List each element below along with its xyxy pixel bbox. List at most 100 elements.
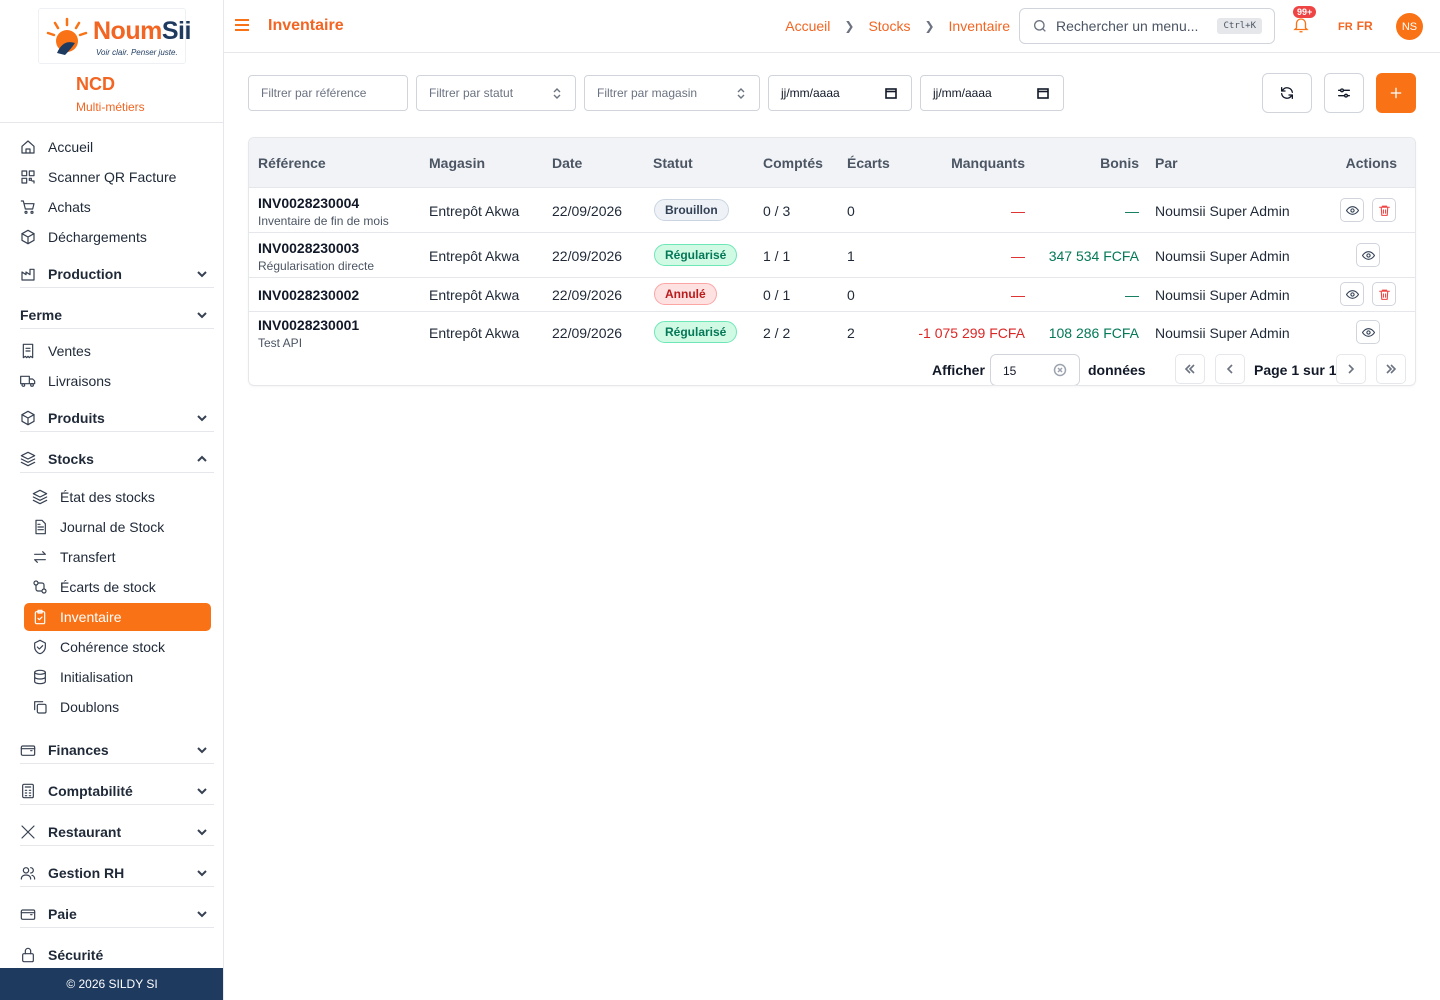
sidebar-item-dechargements[interactable]: Déchargements [20,224,214,250]
column-header-store[interactable]: Magasin [429,155,485,171]
sidebar-item-ventes[interactable]: Ventes [20,338,214,364]
row-gaps: 0 [847,203,855,219]
prev-page-button[interactable] [1215,354,1245,384]
chevron-down-icon [196,825,208,837]
logo-wordmark: NoumSii [93,17,191,45]
row-user: Noumsii Super Admin [1155,248,1290,264]
row-bonus: — [1125,287,1139,303]
sidebar-group-securite[interactable]: Sécurité [20,941,214,969]
store-filter-select[interactable]: Filtrer par magasin [584,75,760,111]
sidebar-group-produits[interactable]: Produits [20,404,214,432]
view-button[interactable] [1340,282,1364,306]
sidebar-item-label: Doublons [60,699,120,715]
sidebar-item-ecarts-stock[interactable]: Écarts de stock [32,574,211,600]
sidebar-item-initialisation[interactable]: Initialisation [32,664,211,690]
column-header-bonus[interactable]: Bonis [1100,155,1139,171]
sidebar-item-scanner-qr[interactable]: Scanner QR Facture [20,164,214,190]
status-badge: Régularisé [654,244,738,266]
sidebar-item-inventaire[interactable]: Inventaire [24,603,211,631]
language-code: FR [1356,19,1373,33]
calendar-icon[interactable] [1037,87,1049,99]
sidebar-item-journal-stock[interactable]: Journal de Stock [32,514,211,540]
chevron-down-icon [196,907,208,919]
sidebar-group-ferme[interactable]: Ferme [20,301,214,329]
refresh-button[interactable] [1262,73,1312,113]
delete-button[interactable] [1372,198,1396,222]
chevron-right-icon: ❯ [924,19,935,33]
sidebar-item-accueil[interactable]: Accueil [20,134,214,160]
column-header-missing[interactable]: Manquants [951,155,1025,171]
sidebar-group-paie[interactable]: Paie [20,900,214,928]
last-page-button[interactable] [1376,354,1406,384]
breadcrumb-item-current: Inventaire [948,18,1010,34]
chevron-down-icon [196,411,208,423]
sidebar-group-label: Comptabilité [48,782,133,799]
sidebar-item-etat-stocks[interactable]: État des stocks [32,484,211,510]
user-avatar[interactable]: NS [1396,13,1423,40]
view-button[interactable] [1340,198,1364,222]
view-button[interactable] [1356,320,1380,344]
table-row[interactable]: INV0028230002 Entrepôt Akwa 22/09/2026 A… [249,278,1415,312]
database-icon [32,669,48,685]
sidebar-item-livraisons[interactable]: Livraisons [20,368,214,394]
date-to-value: jj/mm/aaaa [933,86,992,100]
sidebar-group-gestion-rh[interactable]: Gestion RH [20,859,214,887]
table-row[interactable]: INV0028230004 Inventaire de fin de mois … [249,188,1415,233]
first-page-button[interactable] [1175,354,1205,384]
settings-button[interactable] [1324,73,1364,113]
notifications-bell-icon[interactable] [1292,16,1310,34]
sidebar-group-comptabilite[interactable]: Comptabilité [20,777,214,805]
column-header-counted[interactable]: Comptés [763,155,823,171]
clear-icon[interactable] [1053,363,1067,377]
calendar-icon[interactable] [885,87,897,99]
column-header-date[interactable]: Date [552,155,582,171]
row-reference: INV0028230003 [258,240,360,256]
sidebar-item-achats[interactable]: Achats [20,194,214,220]
column-header-actions: Actions [1345,155,1397,171]
cart-icon [20,199,36,215]
menu-toggle-icon[interactable] [234,18,250,32]
sidebar-group-restaurant[interactable]: Restaurant [20,818,214,846]
row-reference: INV0028230002 [258,287,360,303]
date-from-input[interactable]: jj/mm/aaaa [768,75,912,111]
page-title: Inventaire [268,17,344,34]
breadcrumb-item[interactable]: Stocks [868,18,910,34]
next-page-button[interactable] [1336,354,1366,384]
page-size-input[interactable]: 15 [990,354,1080,385]
status-filter-select[interactable]: Filtrer par statut [416,75,576,111]
row-bonus: 347 534 FCFA [1048,248,1139,264]
date-to-input[interactable]: jj/mm/aaaa [920,75,1064,111]
page-size-label: Afficher [932,362,985,378]
column-header-by[interactable]: Par [1155,155,1178,171]
sidebar-group-production[interactable]: Production [20,260,214,288]
column-header-status[interactable]: Statut [653,155,693,171]
sidebar-group-label: Restaurant [48,823,122,840]
sidebar-item-coherence-stock[interactable]: Cohérence stock [32,634,211,660]
breadcrumb-item[interactable]: Accueil [785,18,830,34]
sidebar-item-label: Transfert [60,549,116,565]
shortcut-hint: Ctrl+K [1217,18,1262,34]
sidebar-group-finances[interactable]: Finances [20,736,214,764]
add-inventory-button[interactable] [1376,73,1416,113]
refresh-icon [1281,87,1293,99]
sidebar-group-stocks[interactable]: Stocks [20,445,214,473]
table-row[interactable]: INV0028230001 Test API Entrepôt Akwa 22/… [249,312,1415,350]
column-header-reference[interactable]: Référence [258,155,326,171]
flag-icon: FR [1338,21,1353,33]
menu-search-input[interactable]: Rechercher un menu... Ctrl+K [1019,8,1275,44]
table-row[interactable]: INV0028230003 Régularisation directe Ent… [249,233,1415,278]
status-badge: Régularisé [654,321,738,343]
reference-filter-input[interactable]: Filtrer par référence [248,75,408,111]
view-button[interactable] [1356,243,1380,267]
sidebar-item-label: Initialisation [60,669,134,685]
column-header-gaps[interactable]: Écarts [847,155,890,171]
sidebar-item-label: Écarts de stock [60,579,156,595]
sidebar-item-transfert[interactable]: Transfert [32,544,211,570]
language-switcher[interactable]: FR FR [1338,19,1373,33]
sidebar: NoumSii Voir clair. Penser juste. NCD Mu… [0,0,224,1000]
sidebar-item-doublons[interactable]: Doublons [32,694,211,720]
layers-icon [20,451,36,467]
transfer-icon [32,549,48,565]
sidebar-item-label: Cohérence stock [60,639,166,655]
delete-button[interactable] [1372,282,1396,306]
